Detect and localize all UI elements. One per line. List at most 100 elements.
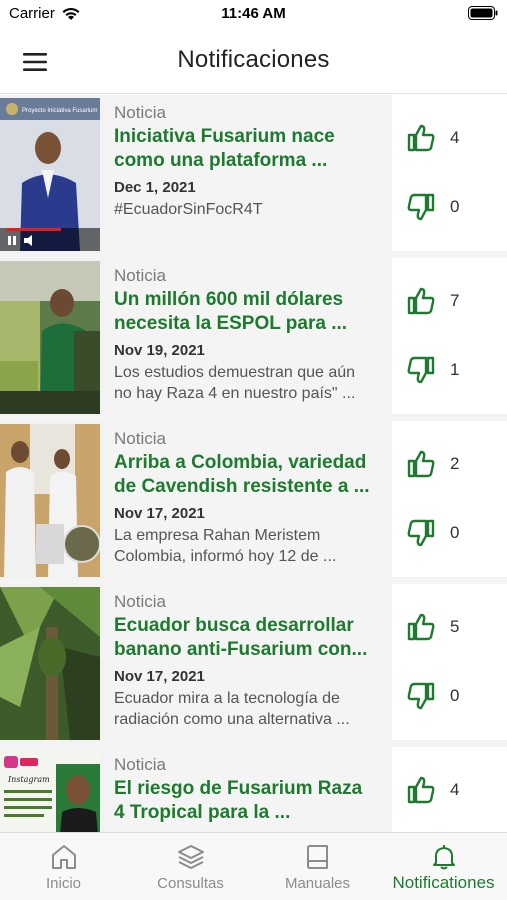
notification-title[interactable]: Arriba a Colombia, variedad de Cavendish…	[114, 451, 394, 499]
like-button[interactable]: 2	[406, 449, 459, 479]
notification-card[interactable]: Noticia Arriba a Colombia, variedad de C…	[0, 421, 507, 579]
notification-card[interactable]: Instagram Noticia El riesgo de Fusarium …	[0, 747, 507, 832]
dislike-count: 0	[450, 197, 460, 216]
tab-consultas[interactable]: Consultas	[127, 833, 254, 900]
notification-date: Dec 1, 2021	[114, 179, 196, 196]
notification-description-line: no hay Raza 4 en nuestro país" ...	[114, 385, 356, 402]
tab-manuales[interactable]: Manuales	[254, 833, 381, 900]
thumbs-up-icon	[407, 287, 435, 315]
notification-title-line: Arriba a Colombia, variedad	[114, 452, 367, 473]
thumbs-up-icon	[407, 776, 435, 804]
notification-thumbnail: Instagram	[0, 750, 100, 832]
notification-title[interactable]: Ecuador busca desarrollar banano anti-Fu…	[114, 614, 394, 662]
notification-description-line: Los estudios demuestran que aún	[114, 364, 356, 381]
thumb-overlay-text: Proyecto Iniciativa Fusarium	[22, 108, 97, 114]
notification-thumbnail: Proyecto Iniciativa Fusarium	[0, 98, 100, 251]
dislike-count: 0	[450, 523, 460, 542]
notification-title-line: El riesgo de Fusarium Raza	[114, 778, 363, 799]
thumbs-down-icon	[407, 193, 435, 221]
notification-card[interactable]: Noticia Ecuador busca desarrollar banano…	[0, 584, 507, 742]
book-icon	[306, 845, 328, 869]
notification-content[interactable]: Noticia Un millón 600 mil dólares necesi…	[104, 258, 392, 414]
tab-notificationes[interactable]: Notificationes	[380, 833, 507, 900]
notification-description: Ecuador mira a la tecnología de radiació…	[114, 688, 394, 730]
banana-workers-image	[0, 261, 100, 414]
notification-type: Noticia	[114, 429, 166, 448]
notification-card[interactable]: Noticia Un millón 600 mil dólares necesi…	[0, 258, 507, 416]
notification-type: Noticia	[114, 103, 166, 122]
notification-title-line: Iniciativa Fusarium nace	[114, 126, 335, 147]
status-bar: Carrier 11:46 AM	[0, 0, 507, 30]
notification-title-line: necesita la ESPOL para ...	[114, 313, 348, 334]
tab-label: Inicio	[45, 875, 82, 892]
notification-type: Noticia	[114, 592, 166, 611]
notification-date: Nov 19, 2021	[114, 342, 205, 359]
notification-description-line: Ecuador mira a la tecnología de	[114, 690, 340, 707]
notification-title[interactable]: Iniciativa Fusarium nace como una plataf…	[114, 125, 394, 173]
status-time: 11:46 AM	[221, 5, 286, 22]
like-button[interactable]: 7	[406, 286, 459, 316]
notification-date: Nov 17, 2021	[114, 505, 205, 522]
notification-content[interactable]: Noticia Ecuador busca desarrollar banano…	[104, 584, 392, 740]
notification-title-line: Ecuador busca desarrollar	[114, 615, 354, 636]
like-count: 4	[450, 128, 460, 147]
notification-title[interactable]: El riesgo de Fusarium Raza 4 Tropical pa…	[114, 777, 394, 825]
tab-inicio[interactable]: Inicio	[0, 833, 127, 900]
thumbs-down-icon	[407, 356, 435, 384]
instagram-live-image: Instagram	[0, 750, 100, 832]
notification-description: Los estudios demuestran que aún no hay R…	[114, 362, 394, 404]
thumb-overlay-text: Instagram	[7, 775, 50, 784]
thumbs-down-icon	[407, 682, 435, 710]
like-count: 7	[450, 291, 460, 310]
dislike-button[interactable]: 0	[406, 681, 459, 711]
thumbs-up-icon	[407, 613, 435, 641]
banana-plant-image	[0, 587, 100, 740]
bell-icon	[432, 845, 455, 870]
vote-column: 2 0	[392, 421, 507, 577]
like-button[interactable]: 5	[406, 612, 459, 642]
notification-title-line: como una plataforma ...	[114, 150, 328, 171]
notification-thumbnail	[0, 587, 100, 740]
notification-content[interactable]: Noticia Arriba a Colombia, variedad de C…	[104, 421, 392, 577]
vote-column: 5 0	[392, 584, 507, 740]
notification-thumbnail	[0, 424, 100, 577]
battery-icon	[468, 6, 498, 20]
vote-column: 7 1	[392, 258, 507, 414]
layers-icon	[177, 845, 204, 869]
thumbs-up-icon	[407, 124, 435, 152]
notifications-list[interactable]: Proyecto Iniciativa Fusarium Noticia Ini…	[0, 95, 507, 832]
tab-label: Notificationes	[392, 873, 495, 892]
dislike-button[interactable]: 0	[406, 518, 459, 548]
tab-label: Manuales	[284, 875, 351, 892]
like-button[interactable]: 4	[406, 775, 459, 805]
notification-title-line: banano anti-Fusarium con...	[114, 639, 368, 660]
notification-description-line: #EcuadorSinFocR4T	[114, 201, 263, 218]
notification-card[interactable]: Proyecto Iniciativa Fusarium Noticia Ini…	[0, 95, 507, 253]
notification-title[interactable]: Un millón 600 mil dólares necesita la ES…	[114, 288, 394, 336]
notification-type: Noticia	[114, 755, 166, 774]
notification-description-line: Colombia, informó hoy 12 de ...	[114, 548, 337, 565]
vote-column: 4 0	[392, 95, 507, 251]
home-icon	[51, 845, 76, 869]
like-count: 2	[450, 454, 460, 473]
notification-description: #EcuadorSinFocR4T	[114, 199, 394, 220]
dislike-button[interactable]: 0	[406, 192, 459, 222]
notification-title-line: 4 Tropical para la ...	[114, 802, 291, 823]
notification-thumbnail	[0, 261, 100, 414]
notification-content[interactable]: Noticia El riesgo de Fusarium Raza 4 Tro…	[104, 747, 392, 832]
dislike-count: 0	[450, 686, 460, 705]
tab-label: Consultas	[157, 875, 224, 892]
like-button[interactable]: 4	[406, 123, 459, 153]
notification-description: La empresa Rahan Meristem Colombia, info…	[114, 525, 394, 567]
like-count: 4	[450, 780, 460, 799]
dislike-button[interactable]: 1	[406, 355, 459, 385]
like-count: 5	[450, 617, 460, 636]
thumbs-down-icon	[407, 519, 435, 547]
page-title: Notificaciones	[177, 46, 330, 73]
video-thumbnail-image: Proyecto Iniciativa Fusarium	[0, 98, 100, 251]
notification-date: Nov 17, 2021	[114, 668, 205, 685]
notification-description-line: La empresa Rahan Meristem	[114, 527, 321, 544]
notification-type: Noticia	[114, 266, 166, 285]
notification-title-line: Un millón 600 mil dólares	[114, 289, 344, 310]
notification-content[interactable]: Noticia Iniciativa Fusarium nace como un…	[104, 95, 392, 251]
